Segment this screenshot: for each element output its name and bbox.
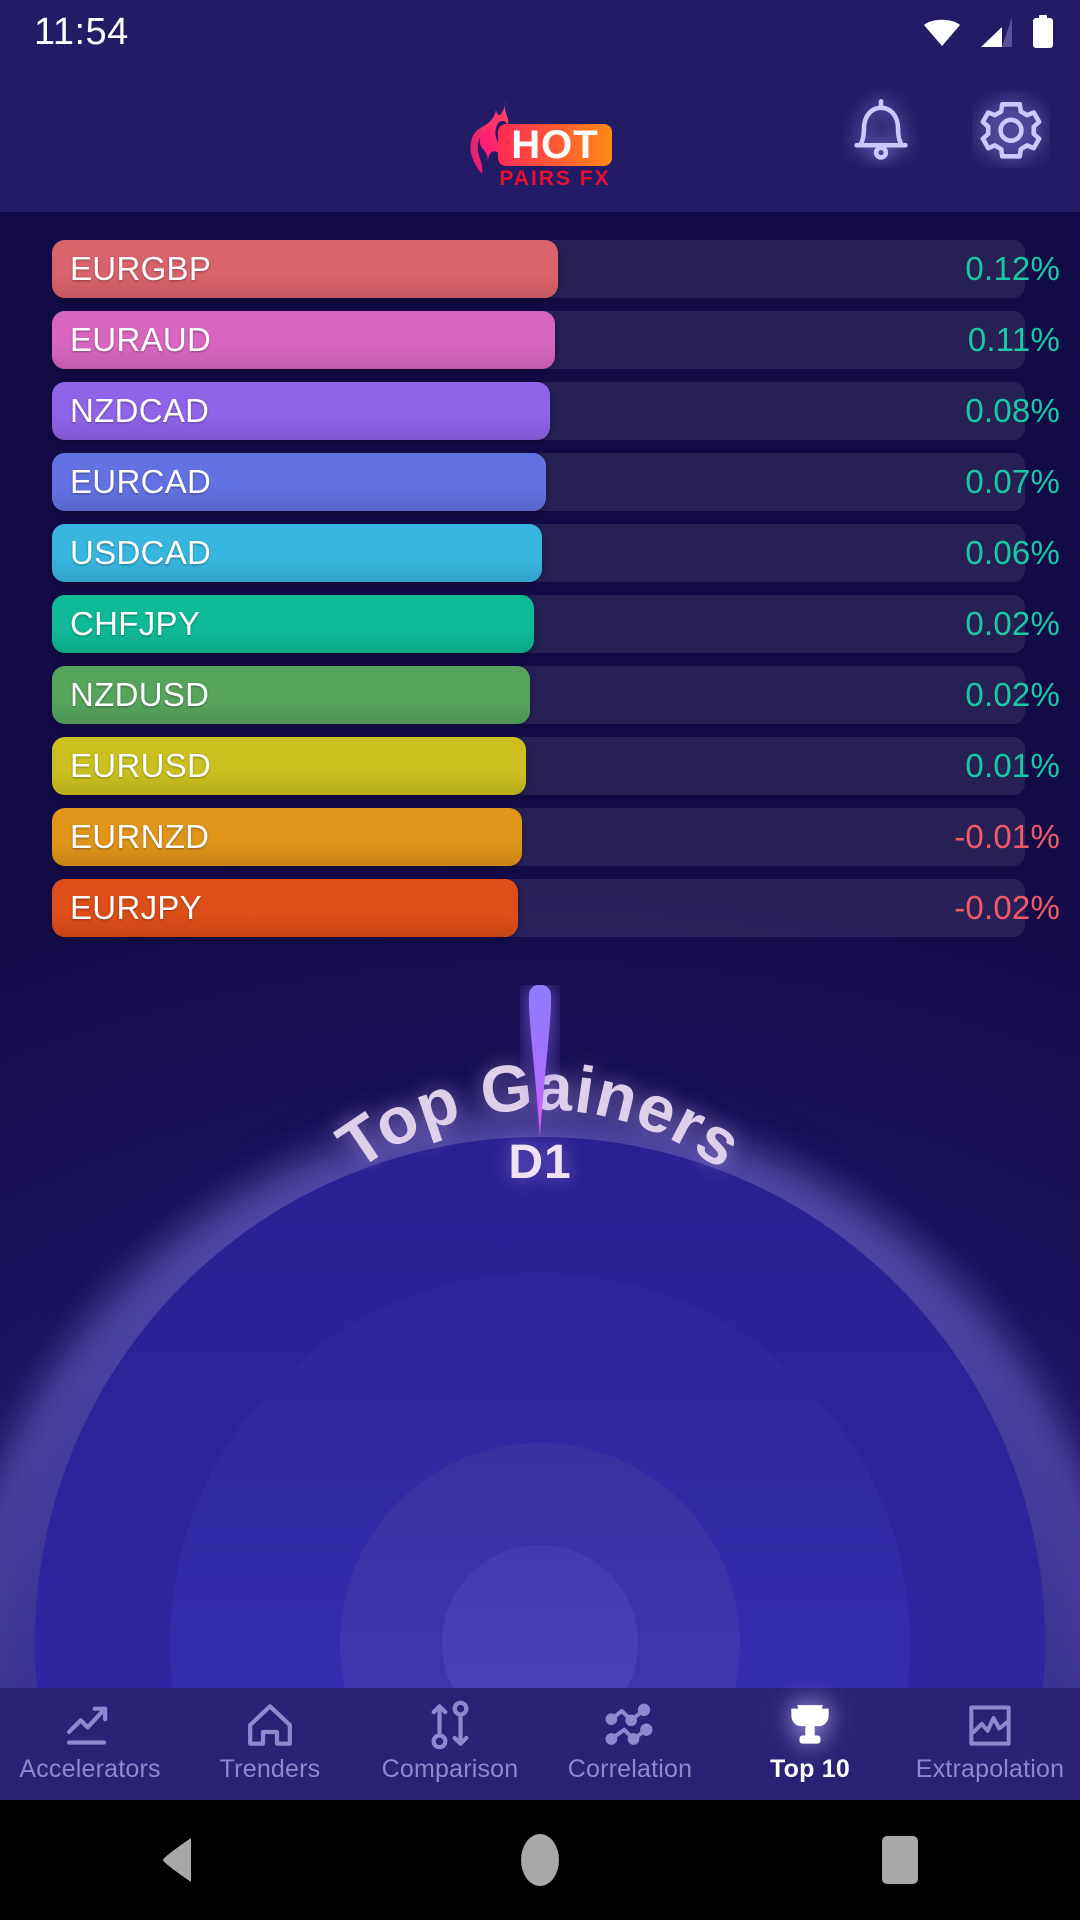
back-button[interactable] [110, 1800, 250, 1920]
status-bar: 11:54 [0, 0, 1080, 64]
pair-bar: USDCAD [52, 524, 542, 582]
logo-pairsfx-text: PAIRS FX [499, 167, 610, 188]
pair-name: CHFJPY [70, 605, 201, 642]
pair-percent: 0.08% [965, 392, 1060, 429]
pair-percent: -0.01% [954, 818, 1060, 855]
up-down-arrows-icon [431, 1700, 469, 1750]
nav-item-correlation[interactable]: Correlation [540, 1688, 720, 1800]
wifi-icon [924, 19, 960, 46]
pair-bar: EURJPY [52, 879, 518, 937]
pair-row[interactable]: EURCAD 0.07% [0, 453, 1080, 511]
pair-row[interactable]: EURJPY -0.02% [0, 879, 1080, 937]
pair-bar: EURAUD [52, 311, 555, 369]
recents-square-icon [882, 1836, 918, 1884]
gauge-timeframe-label: D1 [508, 1136, 572, 1189]
pair-name: NZDUSD [70, 676, 210, 713]
pair-row[interactable]: NZDCAD 0.08% [0, 382, 1080, 440]
android-system-nav [0, 1800, 1080, 1920]
pair-bar: EURGBP [52, 240, 558, 298]
home-icon [248, 1704, 292, 1746]
gear-icon[interactable] [972, 90, 1050, 168]
pair-name: USDCAD [70, 534, 212, 571]
recents-button[interactable] [830, 1800, 970, 1920]
pair-row[interactable]: NZDUSD 0.02% [0, 666, 1080, 724]
zigzag-lines-icon [605, 1703, 653, 1745]
pair-bar: NZDCAD [52, 382, 550, 440]
pair-percent: 0.12% [965, 250, 1060, 287]
pair-row[interactable]: USDCAD 0.06% [0, 524, 1080, 582]
app-logo: HOT PAIRS FX [462, 88, 622, 190]
status-icons [922, 15, 1054, 49]
pair-name: EURNZD [70, 818, 210, 855]
pair-bar: EURNZD [52, 808, 522, 866]
pair-bar: EURCAD [52, 453, 546, 511]
home-circle-icon [521, 1834, 559, 1886]
cellular-signal-icon [981, 17, 1012, 47]
status-time: 11:54 [34, 11, 129, 53]
nav-item-trenders[interactable]: Trenders [180, 1688, 360, 1800]
nav-item-label: Correlation [567, 1755, 693, 1783]
gauge-needle-icon [528, 985, 552, 1137]
pair-name: EURAUD [70, 321, 212, 358]
pair-row[interactable]: EURAUD 0.11% [0, 311, 1080, 369]
pair-row[interactable]: CHFJPY 0.02% [0, 595, 1080, 653]
home-button[interactable] [470, 1800, 610, 1920]
pair-bar: NZDUSD [52, 666, 530, 724]
nav-item-extrapolation[interactable]: Extrapolation [900, 1688, 1080, 1800]
pair-list: EURGBP 0.12% EURAUD 0.11% NZDCAD 0.08% EURCAD 0… [0, 240, 1080, 950]
chart-frame-icon [969, 1705, 1011, 1746]
battery-icon [1033, 15, 1053, 48]
nav-item-label: Accelerators [19, 1755, 161, 1783]
pair-percent: -0.02% [954, 889, 1060, 926]
pair-bar: EURUSD [52, 737, 526, 795]
header-actions [842, 90, 1050, 168]
pair-bar: CHFJPY [52, 595, 534, 653]
pair-row[interactable]: EURGBP 0.12% [0, 240, 1080, 298]
pair-name: EURUSD [70, 747, 212, 784]
pair-percent: 0.07% [965, 463, 1060, 500]
pair-row[interactable]: EURUSD 0.01% [0, 737, 1080, 795]
pair-percent: 0.11% [967, 321, 1060, 358]
nav-item-label: Top 10 [770, 1755, 850, 1783]
pair-percent: 0.02% [965, 676, 1060, 713]
pair-percent: 0.06% [965, 534, 1060, 571]
trend-arrow-icon [66, 1706, 108, 1745]
nav-item-top-10[interactable]: Top 10 [720, 1688, 900, 1800]
nav-item-label: Trenders [219, 1755, 321, 1783]
pair-percent: 0.01% [965, 747, 1060, 784]
nav-item-label: Comparison [381, 1755, 519, 1783]
trophy-icon [791, 1705, 829, 1744]
nav-item-accelerators[interactable]: Accelerators [0, 1688, 180, 1800]
gauge-widget: D1 Top Gainers [0, 985, 1080, 1688]
pair-name: NZDCAD [70, 392, 210, 429]
pair-name: EURCAD [70, 463, 212, 500]
pair-name: EURJPY [70, 889, 202, 926]
back-triangle-icon [163, 1838, 191, 1882]
bottom-navigation: Accelerators Trenders Comparison Correlatio… [0, 1688, 1080, 1800]
pair-name: EURGBP [70, 250, 212, 287]
nav-item-label: Extrapolation [915, 1755, 1065, 1783]
bell-icon[interactable] [842, 90, 920, 168]
app-screen: 11:54 HOT PAIRS FX EURGBP 0.12% EURAUD 0… [0, 0, 1080, 1920]
app-header: HOT PAIRS FX [0, 64, 1080, 212]
logo-hot-text: HOT [511, 123, 598, 167]
nav-item-comparison[interactable]: Comparison [360, 1688, 540, 1800]
pair-percent: 0.02% [965, 605, 1060, 642]
pair-row[interactable]: EURNZD -0.01% [0, 808, 1080, 866]
